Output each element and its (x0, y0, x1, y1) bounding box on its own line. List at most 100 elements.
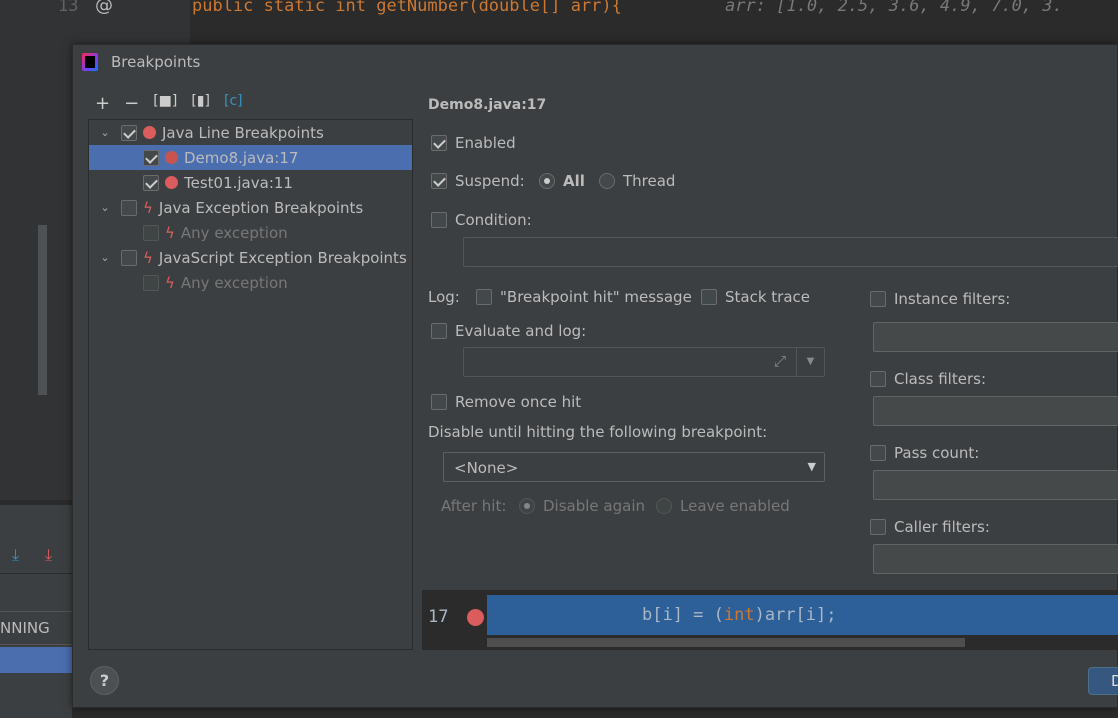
label: Condition: (455, 211, 532, 229)
tree-label: Test01.java:11 (184, 173, 293, 192)
remove-once-hit-checkbox[interactable]: Remove once hit (431, 393, 581, 411)
code: )arr[i]; (754, 605, 837, 625)
checkbox[interactable] (143, 174, 159, 191)
caller-filters-checkbox[interactable]: Caller filters: (870, 518, 990, 536)
caller-filters-input[interactable] (873, 544, 1118, 574)
suspend-checkbox[interactable]: Suspend: (431, 172, 525, 190)
breakpoint-verified-icon (467, 609, 484, 626)
condition-checkbox[interactable]: Condition: (431, 211, 532, 229)
label: Suspend: (455, 172, 525, 190)
lightning-icon: ϟ (143, 248, 153, 267)
breakpoint-select[interactable]: <None> ▼ (443, 452, 825, 482)
stack-trace-checkbox[interactable]: Stack trace (701, 288, 810, 306)
expand-icon[interactable]: ⤢ (774, 352, 786, 370)
tree-item-js-exception[interactable]: ⌄ ϟ JavaScript Exception Breakpoints (89, 245, 412, 270)
label: Leave enabled (680, 497, 790, 515)
leave-enabled-radio[interactable]: Leave enabled (656, 497, 790, 515)
intellij-logo-icon (82, 53, 98, 71)
label: "Breakpoint hit" message (500, 288, 692, 306)
details-heading: Demo8.java:17 (428, 97, 547, 113)
line-number: 13 (58, 0, 79, 16)
label: Pass count: (894, 444, 980, 462)
label: All (563, 172, 585, 190)
chevron-down-icon[interactable]: ⌄ (95, 201, 115, 214)
tree-item-any-exception[interactable]: ϟ Any exception (89, 270, 412, 295)
group-by-package-icon[interactable]: [■] (153, 93, 177, 114)
condition-input[interactable] (463, 237, 1118, 267)
selected-row[interactable] (0, 647, 72, 673)
tree-label: Any exception (180, 273, 288, 292)
label: Remove once hit (455, 393, 582, 411)
select-value: <None> (454, 459, 519, 477)
evaluate-input[interactable]: ⤢ ▼ (463, 347, 825, 377)
dropdown-arrow-icon[interactable]: ▼ (796, 348, 824, 376)
done-button[interactable]: D (1088, 667, 1118, 695)
tree-toolbar: + − [■] [▮] [c] (95, 93, 243, 114)
tree-item-test01[interactable]: Test01.java:11 (89, 170, 412, 195)
override-icon: @ (95, 0, 113, 16)
checkbox[interactable] (143, 224, 159, 241)
disable-again-radio[interactable]: Disable again (519, 497, 645, 515)
group-by-file-icon[interactable]: [▮] (191, 93, 210, 114)
tree-item-java-line-breakpoints[interactable]: ⌄ Java Line Breakpoints (89, 120, 412, 145)
label: Caller filters: (894, 518, 990, 536)
remove-icon[interactable]: − (124, 93, 139, 114)
enabled-checkbox[interactable]: Enabled (431, 134, 516, 152)
download-red-icon[interactable]: ⤓ (45, 545, 52, 565)
horizontal-scrollbar[interactable] (487, 638, 965, 647)
chevron-down-icon: ▼ (807, 460, 816, 473)
suspend-all-radio[interactable]: All (539, 172, 585, 190)
code: b[i] = ( (642, 605, 724, 625)
breakpoint-icon (165, 176, 178, 189)
scrollbar[interactable] (38, 225, 47, 395)
checkbox[interactable] (143, 274, 159, 291)
lightning-icon: ϟ (165, 273, 175, 292)
checkbox[interactable] (121, 199, 137, 216)
suspend-thread-radio[interactable]: Thread (599, 172, 675, 190)
tree-label: Any exception (180, 223, 288, 242)
tree-item-demo8[interactable]: Demo8.java:17 (89, 145, 412, 170)
instance-filters-input[interactable] (873, 322, 1118, 352)
class-filters-input[interactable] (873, 396, 1118, 426)
tree-label: Demo8.java:17 (184, 148, 299, 167)
label: Thread (623, 172, 676, 190)
dialog-title: Breakpoints (111, 53, 201, 71)
pass-count-checkbox[interactable]: Pass count: (870, 444, 979, 462)
checkbox[interactable] (121, 249, 137, 266)
label: Evaluate and log: (455, 322, 587, 340)
label: Instance filters: (894, 290, 1011, 308)
highlighted-line: b[i] = (int)arr[i]; (487, 595, 1118, 635)
class-filters-checkbox[interactable]: Class filters: (870, 370, 986, 388)
breakpoints-tree: ⌄ Java Line Breakpoints Demo8.java:17 Tes… (88, 119, 413, 650)
checkbox[interactable] (143, 149, 159, 166)
code-preview: 17 b[i] = (int)arr[i]; (422, 590, 1118, 650)
instance-filters-checkbox[interactable]: Instance filters: (870, 290, 1010, 308)
tree-item-java-exception[interactable]: ⌄ ϟ Java Exception Breakpoints (89, 195, 412, 220)
debug-panel: ⤓ ⤓ NNING (0, 505, 72, 718)
breakpoint-icon (143, 126, 156, 139)
status-text: NNING (0, 619, 50, 637)
tree-label: Java Line Breakpoints (162, 123, 324, 142)
tree-item-any-exception[interactable]: ϟ Any exception (89, 220, 412, 245)
inline-hint: arr: [1.0, 2.5, 3.6, 4.9, 7.0, 3. (725, 0, 1063, 16)
checkbox[interactable] (121, 124, 137, 141)
keyword: int (723, 605, 755, 625)
disable-until-label: Disable until hitting the following brea… (428, 423, 768, 441)
lightning-icon: ϟ (143, 198, 153, 217)
label: Stack trace (725, 288, 811, 306)
log-message-checkbox[interactable]: "Breakpoint hit" message (476, 288, 692, 306)
lightning-icon: ϟ (165, 223, 175, 242)
chevron-down-icon[interactable]: ⌄ (95, 251, 115, 264)
download-icon[interactable]: ⤓ (12, 545, 19, 565)
add-icon[interactable]: + (95, 93, 110, 114)
help-button[interactable]: ? (90, 666, 119, 695)
label: Class filters: (894, 370, 986, 388)
chevron-down-icon[interactable]: ⌄ (95, 126, 115, 139)
breakpoints-dialog: Breakpoints + − [■] [▮] [c] ⌄ Java Line B… (72, 44, 1118, 708)
group-by-class-icon[interactable]: [c] (224, 93, 243, 114)
evaluate-log-checkbox[interactable]: Evaluate and log: (431, 322, 586, 340)
tree-label: Java Exception Breakpoints (158, 198, 364, 217)
label: Enabled (455, 134, 516, 152)
code-line: public static int getNumber(double[] arr… (192, 0, 622, 16)
pass-count-input[interactable] (873, 470, 1118, 500)
